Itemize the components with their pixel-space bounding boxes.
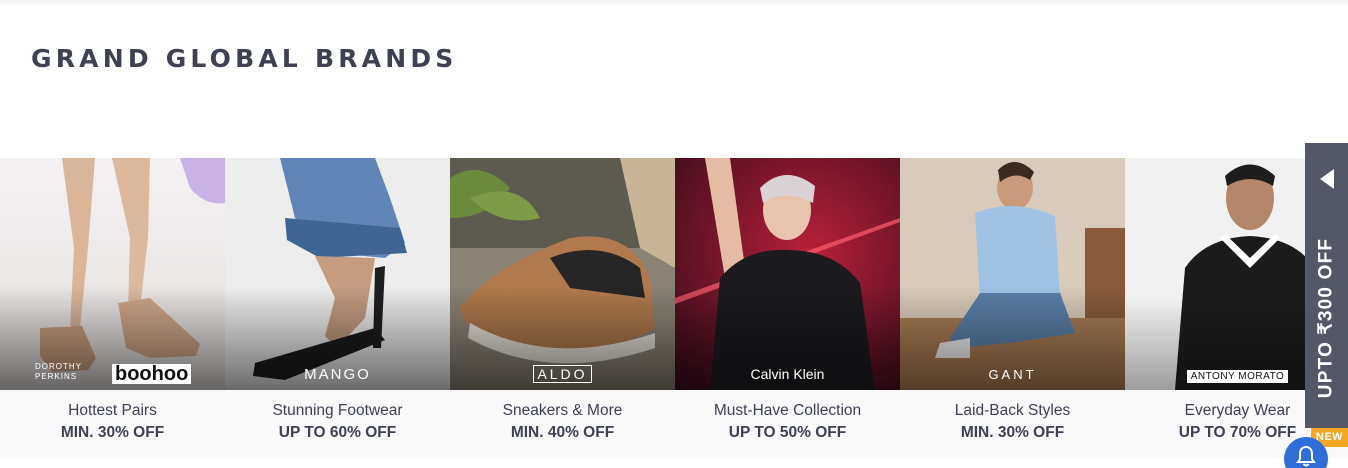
bell-icon [1296,445,1316,467]
brand-logo-text: GANT [988,367,1037,382]
side-offer-text: UPTO ₹300 OFF [1315,237,1337,399]
card-title: Hottest Pairs [68,402,157,419]
brand-logo: GANT [900,366,1125,384]
card-title: Laid-Back Styles [954,402,1071,419]
brand-logo-secondary: DOROTHY PERKINS [35,362,82,381]
brand-card-caption: Hottest Pairs MIN. 30% OFF [0,390,225,458]
brand-card-image[interactable]: Calvin Klein [675,158,900,390]
brand-logo: Calvin Klein [675,366,900,384]
brand-card-mango[interactable]: MANGO Stunning Footwear UP TO 60% OFF [225,158,450,458]
card-title: Sneakers & More [502,402,623,419]
header-shadow [0,0,1348,6]
card-offer: MIN. 40% OFF [510,424,615,441]
brand-card-image[interactable]: GANT [900,158,1125,390]
brand-card-gant[interactable]: GANT Laid-Back Styles MIN. 30% OFF [900,158,1125,458]
brand-card-caption: Stunning Footwear UP TO 60% OFF [225,390,450,458]
brand-card-caption: Sneakers & More MIN. 40% OFF [450,390,675,458]
brand-card-aldo[interactable]: ALDO Sneakers & More MIN. 40% OFF [450,158,675,458]
card-offer: UP TO 50% OFF [728,424,847,441]
section-title: GRAND GLOBAL BRANDS [31,44,458,73]
brand-card-calvin-klein[interactable]: Calvin Klein Must-Have Collection UP TO … [675,158,900,458]
brand-logo: ALDO [450,365,675,384]
card-offer: UP TO 60% OFF [278,424,397,441]
triangle-left-icon [1320,169,1334,189]
brand-card-boohoo[interactable]: DOROTHY PERKINS boohoo Hottest Pairs MIN… [0,158,225,458]
brand-card-image[interactable]: DOROTHY PERKINS boohoo [0,158,225,390]
card-title: Must-Have Collection [713,402,862,419]
card-title: Stunning Footwear [272,402,403,419]
brand-card-image[interactable]: ALDO [450,158,675,390]
brand-logo-text: ANTONY MORATO [1185,369,1290,384]
brand-logo-text: Calvin Klein [750,366,825,382]
brand-card-image[interactable]: MANGO [225,158,450,390]
card-offer: MIN. 30% OFF [960,424,1065,441]
brand-card-caption: Must-Have Collection UP TO 50% OFF [675,390,900,458]
brand-card-caption: Laid-Back Styles MIN. 30% OFF [900,390,1125,458]
card-offer: MIN. 30% OFF [60,424,165,441]
brands-carousel: DOROTHY PERKINS boohoo Hottest Pairs MIN… [0,158,1348,458]
brand-logo: MANGO [225,366,450,384]
side-offer-tab[interactable]: UPTO ₹300 OFF [1305,143,1348,428]
brand-logo-text: ALDO [533,365,592,383]
brand-logo-text: boohoo [112,364,192,384]
brand-logo-text: MANGO [304,366,371,383]
page: GRAND GLOBAL BRANDS DOROTHY PERKINS booh… [0,0,1348,468]
